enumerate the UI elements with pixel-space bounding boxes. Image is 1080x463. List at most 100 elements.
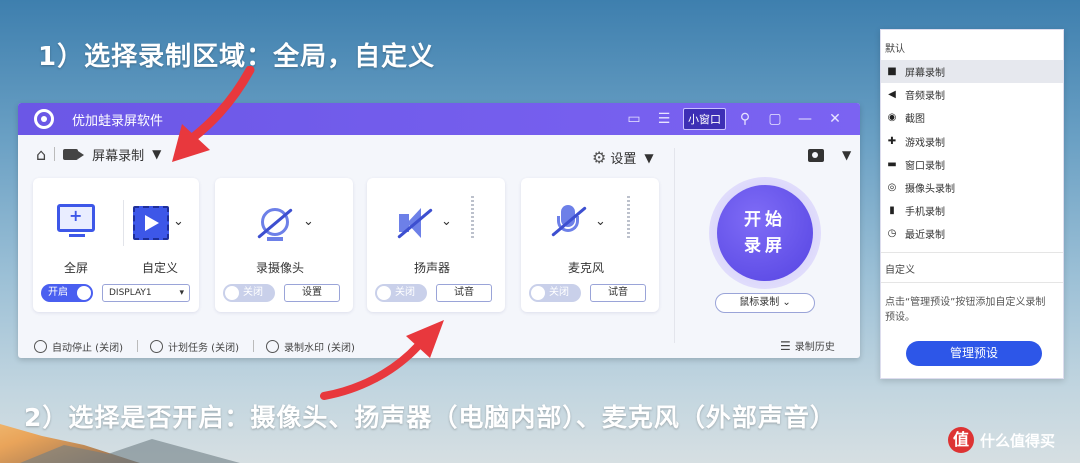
mini-window-button[interactable]: 小窗口 <box>683 108 726 130</box>
settings-dropdown[interactable]: ⚙ 设置 ▼ <box>592 148 654 167</box>
preset-item-label: 音频录制 <box>905 91 945 103</box>
manage-presets-button[interactable]: 管理预设 <box>906 341 1042 366</box>
microphone-off-icon[interactable] <box>549 204 589 240</box>
speaker-toggle[interactable]: 关闭 <box>375 284 427 302</box>
auto-stop-label: 自动停止 (关闭) <box>52 342 123 354</box>
preset-item-0[interactable]: ■ 屏幕录制 <box>881 60 1063 84</box>
site-logo-icon: 值 <box>948 427 974 453</box>
preset-panel: 默认 ■ 屏幕录制 ◀ 音频录制 ◉ 截图 ✚ 游戏录制 ▬ 窗口录制 ◎ 摄像头录制 ▮ 手机录制 ◷ 最近… <box>880 29 1064 379</box>
chevron-down-icon: ▼ <box>644 150 654 165</box>
webcam-off-icon[interactable] <box>255 206 295 242</box>
droplet-icon <box>265 339 279 353</box>
camera-icon <box>808 148 824 162</box>
mouse-mode-select[interactable]: 鼠标录制 ⌄ <box>715 293 815 313</box>
preset-item-1[interactable]: ◀ 音频录制 <box>881 83 1063 106</box>
panel-divider <box>674 148 675 343</box>
footer-divider <box>252 340 254 352</box>
camera-settings-button[interactable]: 设置 <box>284 284 340 302</box>
list-icon: ☰ <box>780 338 791 353</box>
chevron-down-icon[interactable]: ⌄ <box>595 214 606 229</box>
card-divider <box>123 200 124 246</box>
preset-item-label: 屏幕录制 <box>905 68 945 80</box>
speaker-test-button[interactable]: 试音 <box>436 284 492 302</box>
site-watermark: 值 什么值得买 <box>948 427 1055 453</box>
toggle-label: 关闭 <box>549 287 569 298</box>
preset-item-label: 手机录制 <box>905 207 945 219</box>
phone-icon: ▮ <box>889 205 895 217</box>
mic-test-button[interactable]: 试音 <box>590 284 646 302</box>
app-title: 优加蛙录屏软件 <box>72 113 164 129</box>
history-button[interactable]: ☰ 录制历史 <box>780 338 835 354</box>
arrow-to-mode-icon <box>172 66 255 162</box>
chevron-down-icon: ▼ <box>842 148 852 162</box>
webcam-icon: ◎ <box>887 182 897 194</box>
chevron-down-icon[interactable]: ⌄ <box>303 214 314 229</box>
menu-icon[interactable]: ☰ <box>649 111 679 127</box>
toggle-label: 关闭 <box>395 287 415 298</box>
home-icon[interactable]: ⌂ <box>36 145 46 164</box>
title-bar: 优加蛙录屏软件 ▭ ☰ 小窗口 ⚲ ▢ — ✕ <box>18 103 860 135</box>
preset-item-4[interactable]: ▬ 窗口录制 <box>881 153 1063 176</box>
settings-label: 设置 <box>610 152 637 167</box>
pin-icon[interactable]: ⚲ <box>730 111 760 127</box>
chevron-down-icon: ▾ <box>179 288 184 298</box>
camera-icon: ◉ <box>887 112 897 124</box>
close-icon[interactable]: ✕ <box>820 111 850 127</box>
watermark-text: 什么值得买 <box>980 431 1056 450</box>
speaker-card: ⌄ 扬声器 关闭 试音 <box>367 178 505 312</box>
start-line1: 开始 <box>744 210 786 230</box>
start-button-ring: 开始 录屏 <box>709 177 821 289</box>
mode-dropdown[interactable]: 屏幕录制 <box>92 145 144 164</box>
custom-area-icon[interactable] <box>133 206 169 240</box>
restore-icon[interactable]: ▢ <box>760 111 790 127</box>
preset-item-label: 截图 <box>905 114 925 126</box>
minimize-icon[interactable]: — <box>790 111 820 127</box>
speaker-level-meter <box>471 196 474 240</box>
start-line2: 录屏 <box>744 236 786 256</box>
custom-heading: 自定义 <box>885 264 915 276</box>
fullscreen-monitor-icon[interactable]: + <box>57 204 95 237</box>
mouse-mode-value: 鼠标录制 <box>739 297 780 308</box>
preset-item-7[interactable]: ◷ 最近录制 <box>881 222 1063 245</box>
history-label: 录制历史 <box>794 342 835 353</box>
area-card: + 全屏 ⌄ 自定义 开启 DISPLAY1 ▾ <box>33 178 199 312</box>
feedback-icon[interactable]: ▭ <box>619 111 649 127</box>
screenshot-dropdown[interactable]: ▼ <box>808 148 851 162</box>
auto-stop-button[interactable]: 自动停止 (关闭) <box>34 339 123 354</box>
alarm-icon <box>149 339 163 353</box>
custom-label: 自定义 <box>141 261 178 275</box>
camera-label: 录摄像头 <box>255 261 304 275</box>
camera-toggle[interactable]: 关闭 <box>223 284 275 302</box>
window-icon: ▬ <box>887 158 897 170</box>
preset-item-label: 最近录制 <box>905 230 945 242</box>
microphone-card: ⌄ 麦克风 关闭 试音 <box>521 178 659 312</box>
preset-item-2[interactable]: ◉ 截图 <box>881 106 1063 129</box>
chevron-down-icon[interactable]: ▼ <box>152 147 161 161</box>
display-select[interactable]: DISPLAY1 ▾ <box>102 284 190 302</box>
gear-icon: ⚙ <box>592 148 607 167</box>
preset-item-5[interactable]: ◎ 摄像头录制 <box>881 176 1063 199</box>
speaker-off-icon[interactable] <box>395 206 435 242</box>
chevron-down-icon: ⌄ <box>782 297 791 308</box>
preset-item-label: 游戏录制 <box>905 137 945 149</box>
chevron-down-icon[interactable]: ⌄ <box>441 214 452 229</box>
schedule-label: 计划任务 (关闭) <box>167 342 239 354</box>
speaker-icon: ◀ <box>888 89 896 101</box>
preset-item-3[interactable]: ✚ 游戏录制 <box>881 130 1063 153</box>
mode-toolbar: ⌂ 屏幕录制 ▼ <box>18 135 860 173</box>
gamepad-icon: ✚ <box>887 135 897 147</box>
toolbar-divider <box>54 147 56 161</box>
mic-level-meter <box>627 196 630 240</box>
mic-label: 麦克风 <box>567 261 604 275</box>
preset-item-label: 摄像头录制 <box>905 184 955 196</box>
mic-toggle[interactable]: 关闭 <box>529 284 581 302</box>
preset-item-6[interactable]: ▮ 手机录制 <box>881 199 1063 222</box>
area-toggle[interactable]: 开启 <box>41 284 93 302</box>
footer-divider <box>136 340 138 352</box>
schedule-button[interactable]: 计划任务 (关闭) <box>149 339 239 354</box>
speaker-label: 扬声器 <box>413 261 450 275</box>
chevron-down-icon[interactable]: ⌄ <box>173 214 184 229</box>
display-select-value: DISPLAY1 <box>109 288 152 298</box>
arrow-to-cards-icon <box>320 320 444 400</box>
start-recording-button[interactable]: 开始 录屏 <box>717 185 813 281</box>
